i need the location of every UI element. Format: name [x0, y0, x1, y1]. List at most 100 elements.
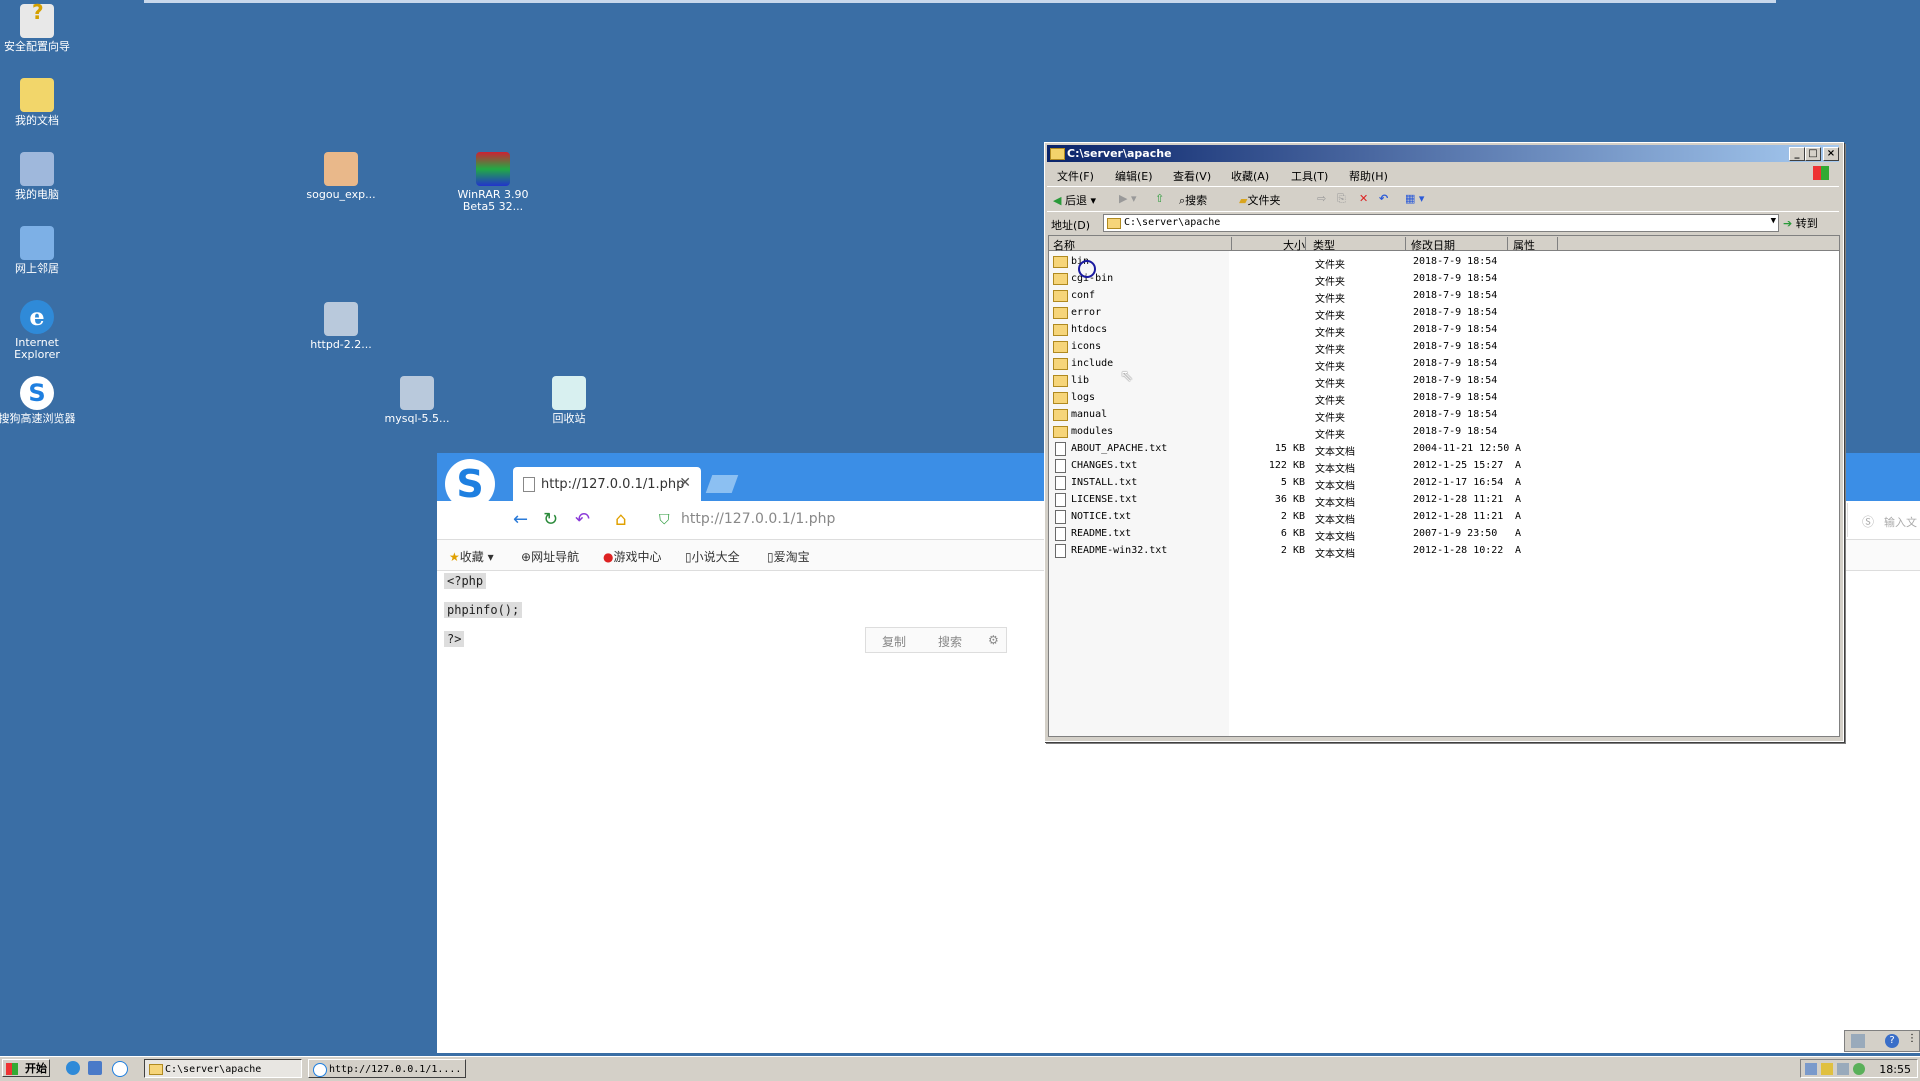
bookmark-nav[interactable]: ⊕网址导航 [521, 548, 579, 565]
refresh-icon[interactable]: ↻ [543, 509, 558, 530]
menu-tools[interactable]: 工具(T) [1291, 168, 1328, 184]
back-arrow-icon[interactable]: ← [513, 509, 528, 530]
views-icon[interactable]: ▦ ▾ [1405, 192, 1424, 205]
desktop-icon-recycle-bin[interactable]: 回收站 [526, 376, 612, 425]
close-button[interactable]: × [1823, 147, 1839, 161]
desktop-icon-security-wizard[interactable]: ? 安全配置向导 [0, 2, 80, 53]
bookmark-novels[interactable]: ▯小说大全 [685, 548, 740, 565]
file-size: 5 KB [1280, 477, 1305, 488]
file-row[interactable]: NOTICE.txt 2 KB 文本文档 2012-1-28 11:21 A [1049, 508, 1839, 526]
desktop-icon-mysql[interactable]: mysql-5.5... [374, 376, 460, 425]
dropdown-arrow-icon[interactable]: ▼ [1771, 216, 1776, 226]
undo-icon[interactable]: ↶ [575, 509, 590, 530]
undo-icon[interactable]: ↶ [1379, 192, 1388, 205]
desktop-icon-my-computer[interactable]: 我的电脑 [0, 152, 80, 201]
ime-icon[interactable] [1851, 1034, 1865, 1048]
windows-flag-icon [6, 1063, 18, 1075]
file-row[interactable]: modules 文件夹 2018-7-9 18:54 [1049, 423, 1839, 441]
move-to-icon[interactable]: ⇨ [1317, 192, 1326, 205]
desktop-icon-internet-explorer[interactable]: e Internet Explorer [0, 300, 80, 361]
file-row[interactable]: cgi-bin 文件夹 2018-7-9 18:54 [1049, 270, 1839, 288]
file-row[interactable]: CHANGES.txt 122 KB 文本文档 2012-1-25 15:27 A [1049, 457, 1839, 475]
quicklaunch-ie-icon[interactable] [66, 1061, 80, 1075]
folders-button[interactable]: ▰文件夹 [1239, 192, 1280, 208]
bookmark-games[interactable]: ●游戏中心 [603, 548, 662, 565]
code-line: <?php [444, 573, 487, 589]
tray-network-icon[interactable] [1805, 1063, 1817, 1075]
file-row[interactable]: README.txt 6 KB 文本文档 2007-1-9 23:50 A [1049, 525, 1839, 543]
file-size: 36 KB [1274, 494, 1305, 505]
game-icon: ● [603, 550, 614, 564]
header-modified[interactable]: 修改日期 [1411, 237, 1508, 252]
tray-monitor-icon[interactable] [1837, 1063, 1849, 1075]
menu-help[interactable]: 帮助(H) [1349, 168, 1388, 184]
go-button[interactable]: ➔ 转到 [1783, 215, 1818, 231]
address-field[interactable]: C:\server\apache ▼ [1103, 214, 1779, 232]
forward-button[interactable]: ▶ ▾ [1119, 192, 1136, 205]
folder-icon [1050, 148, 1065, 160]
desktop-icon-my-documents[interactable]: 我的文档 [0, 78, 80, 127]
task-browser[interactable]: http://127.0.0.1/1.... [308, 1059, 466, 1078]
header-size[interactable]: 大小 [1231, 237, 1306, 252]
file-row[interactable]: ABOUT_APACHE.txt 15 KB 文本文档 2004-11-21 12:5… [1049, 440, 1839, 458]
search-box[interactable]: Ⓢ 输入文 [1847, 503, 1920, 537]
file-row[interactable]: include 文件夹 2018-7-9 18:54 [1049, 355, 1839, 373]
file-row[interactable]: htdocs 文件夹 2018-7-9 18:54 [1049, 321, 1839, 339]
tray-sogou-icon[interactable] [1853, 1063, 1865, 1075]
desktop-icon-sogou-browser[interactable]: S 搜狗高速浏览器 [0, 376, 80, 425]
installer-icon [400, 376, 434, 410]
menu-favorites[interactable]: 收藏(A) [1231, 168, 1269, 184]
home-icon[interactable]: ⌂ [615, 509, 626, 530]
close-tab-icon[interactable]: ✕ [679, 475, 691, 491]
search-button[interactable]: ⌕搜索 [1179, 192, 1207, 208]
folder-icon [1053, 307, 1068, 319]
file-name: icons [1071, 341, 1102, 352]
desktop-icon-network[interactable]: 网上邻居 [0, 226, 80, 275]
delete-icon[interactable]: ✕ [1359, 192, 1368, 205]
back-button[interactable]: ◀ 后退 ▾ [1053, 192, 1096, 208]
header-attributes[interactable]: 属性 [1513, 237, 1558, 252]
settings-gear-icon[interactable]: ⚙ [988, 633, 999, 647]
header-type[interactable]: 类型 [1313, 237, 1406, 252]
desktop-icon-sogou-exp[interactable]: sogou_exp... [298, 152, 384, 201]
up-folder-icon[interactable]: ⇧ [1155, 192, 1164, 205]
start-button[interactable]: 开始 [2, 1059, 50, 1077]
file-row[interactable]: LICENSE.txt 36 KB 文本文档 2012-1-28 11:21 A [1049, 491, 1839, 509]
address-bar[interactable]: http://127.0.0.1/1.php [681, 511, 835, 527]
copy-button[interactable]: 复制 [882, 633, 906, 650]
options-icon[interactable]: ⋮ [1907, 1033, 1917, 1044]
file-row[interactable]: conf 文件夹 2018-7-9 18:54 [1049, 287, 1839, 305]
file-row[interactable]: logs 文件夹 2018-7-9 18:54 [1049, 389, 1839, 407]
copy-to-icon[interactable]: ⎘ [1337, 192, 1346, 206]
menu-view[interactable]: 查看(V) [1173, 168, 1211, 184]
file-row[interactable]: README-win32.txt 2 KB 文本文档 2012-1-28 10:22 A [1049, 542, 1839, 560]
code-line: phpinfo(); [444, 602, 523, 618]
menu-file[interactable]: 文件(F) [1057, 168, 1094, 184]
desktop-icon-httpd[interactable]: httpd-2.2... [298, 302, 384, 351]
star-icon: ★ [449, 550, 460, 564]
quicklaunch-sogou-icon[interactable] [112, 1061, 128, 1077]
file-attributes: A [1515, 528, 1522, 539]
file-modified: 2018-7-9 18:54 [1413, 409, 1498, 420]
bookmark-favorites[interactable]: ★收藏 ▾ [449, 548, 494, 565]
header-name[interactable]: 名称 [1053, 237, 1232, 252]
maximize-button[interactable]: □ [1805, 147, 1821, 161]
file-row[interactable]: lib 文件夹 2018-7-9 18:54 [1049, 372, 1839, 390]
quicklaunch-desktop-icon[interactable] [88, 1061, 102, 1075]
file-name: include [1071, 358, 1114, 369]
minimize-button[interactable]: _ [1789, 147, 1805, 161]
file-row[interactable]: bin 文件夹 2018-7-9 18:54 [1049, 253, 1839, 271]
file-row[interactable]: icons 文件夹 2018-7-9 18:54 [1049, 338, 1839, 356]
file-row[interactable]: manual 文件夹 2018-7-9 18:54 [1049, 406, 1839, 424]
browser-tab[interactable]: http://127.0.0.1/1.php ✕ [513, 467, 701, 501]
bookmark-taobao[interactable]: ▯爱淘宝 [767, 548, 810, 565]
desktop-icon-winrar[interactable]: WinRAR 3.90 Beta5 32... [450, 152, 536, 213]
help-icon[interactable]: ? [1885, 1034, 1899, 1048]
task-explorer[interactable]: C:\server\apache [144, 1059, 302, 1078]
search-button[interactable]: 搜索 [938, 633, 962, 650]
file-row[interactable]: error 文件夹 2018-7-9 18:54 [1049, 304, 1839, 322]
file-row[interactable]: INSTALL.txt 5 KB 文本文档 2012-1-17 16:54 A [1049, 474, 1839, 492]
file-modified: 2012-1-28 10:22 [1413, 545, 1504, 556]
menu-edit[interactable]: 编辑(E) [1115, 168, 1153, 184]
tray-shield-icon[interactable] [1821, 1063, 1833, 1075]
